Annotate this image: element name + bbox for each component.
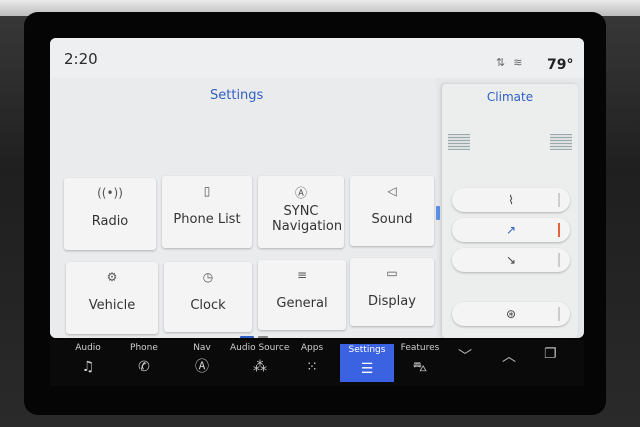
bottom-nav-bar: Audio ♫ Phone ✆ Nav Ⓐ Audio Sources ⁂ Ap… xyxy=(50,340,584,386)
clock-icon: ◷ xyxy=(202,270,214,284)
display-icon: ▭ xyxy=(386,266,398,280)
airflow-indicator-active xyxy=(558,223,560,237)
wifi-icon: ≋ xyxy=(513,56,531,69)
phone-list-tile[interactable]: ▯ Phone List xyxy=(162,176,252,248)
nav-label: Nav xyxy=(193,343,211,353)
vehicle-tile[interactable]: ⚙ Vehicle xyxy=(66,262,158,334)
chevron-up-icon[interactable]: ︿ xyxy=(502,346,516,366)
navigation-icon: Ⓐ xyxy=(195,359,209,375)
tile-label: General xyxy=(276,296,328,311)
music-note-icon: ♫ xyxy=(81,359,95,375)
left-vent-icon xyxy=(448,134,470,150)
touchscreen: 2:20 ⇅≋ 79° Settings ((•)) Radio ▯ Phone… xyxy=(50,38,584,338)
sort-icon: ⇅ xyxy=(496,56,514,69)
heated-steering-indicator xyxy=(558,307,560,321)
nav-label: Audio xyxy=(75,343,101,353)
clock-time: 2:20 xyxy=(64,50,98,68)
settings-sliders-icon: ☰ xyxy=(360,361,374,377)
nav-apps[interactable]: Apps ⁙ xyxy=(286,342,338,384)
sound-tile[interactable]: ◁ Sound xyxy=(350,176,434,246)
right-vent-icon xyxy=(550,134,572,150)
radio-signal-icon: ((•)) xyxy=(97,186,123,200)
tile-label: Clock xyxy=(190,298,226,313)
nav-settings[interactable]: Settings ☰ xyxy=(340,344,394,382)
airflow-face-feet-button[interactable]: ↗ xyxy=(452,218,570,242)
tile-label: Vehicle xyxy=(88,298,136,313)
heated-steering-button[interactable]: ⊛ xyxy=(452,302,570,326)
car-icon: ⛍ xyxy=(412,359,428,375)
nav-label: Settings xyxy=(348,345,386,355)
tile-label: SYNC Navigation xyxy=(272,204,343,234)
airflow-face-feet-icon: ↗ xyxy=(505,223,517,237)
nav-label: Features xyxy=(400,343,440,353)
apps-grid-icon: ⁙ xyxy=(306,359,318,375)
radio-tile[interactable]: ((•)) Radio xyxy=(64,178,156,250)
page-dot-active xyxy=(240,336,254,338)
outside-temperature: 79° xyxy=(547,57,574,73)
climate-panel: Climate ⌇ ↗ ↘ ⊛ xyxy=(442,84,578,338)
general-tile[interactable]: ≡ General xyxy=(258,260,346,330)
vehicle-icon: ⚙ xyxy=(106,270,118,284)
audio-sources-icon: ⁂ xyxy=(253,359,267,375)
tile-label: Radio xyxy=(91,214,129,229)
panel-drag-handle[interactable] xyxy=(436,206,440,220)
clock-tile[interactable]: ◷ Clock xyxy=(164,262,252,332)
nav-audio[interactable]: Audio ♫ xyxy=(62,342,114,384)
windows-icon[interactable]: ❐ xyxy=(544,346,557,362)
page-indicator xyxy=(240,324,272,338)
speaker-icon: ◁ xyxy=(387,184,397,198)
defrost-icon: ⌇ xyxy=(508,193,514,207)
navigation-icon: Ⓐ xyxy=(294,186,307,200)
page-dot xyxy=(258,336,268,338)
phone-handset-icon: ✆ xyxy=(138,359,150,375)
tile-label: Display xyxy=(368,294,416,309)
tile-label: Phone List xyxy=(173,212,241,227)
climate-title: Climate xyxy=(486,90,534,104)
heated-steering-icon: ⊛ xyxy=(505,307,517,321)
settings-title: Settings xyxy=(210,88,264,103)
display-tile[interactable]: ▭ Display xyxy=(350,258,434,326)
nav-label: Phone xyxy=(130,343,158,353)
nav-audio-sources[interactable]: Audio Sources ⁂ xyxy=(230,342,290,384)
defrost-indicator xyxy=(558,193,560,207)
status-bar: 2:20 ⇅≋ 79° xyxy=(50,38,584,78)
nav-label: Apps xyxy=(300,343,324,353)
phone-icon: ▯ xyxy=(203,184,211,198)
sync-navigation-tile[interactable]: Ⓐ SYNC Navigation xyxy=(258,176,344,248)
tile-label: Sound xyxy=(371,212,413,227)
airflow-feet-indicator xyxy=(558,253,560,267)
status-icons: ⇅≋ xyxy=(496,56,530,69)
nav-label: Audio Sources xyxy=(230,343,290,353)
airflow-feet-button[interactable]: ↘ xyxy=(452,248,570,272)
settings-panel: Settings ((•)) Radio ▯ Phone List Ⓐ SYNC… xyxy=(50,78,436,338)
airflow-feet-icon: ↘ xyxy=(505,253,517,267)
nav-features[interactable]: Features ⛍ xyxy=(394,342,446,384)
defrost-button[interactable]: ⌇ xyxy=(452,188,570,212)
sliders-icon: ≡ xyxy=(296,268,308,282)
nav-phone[interactable]: Phone ✆ xyxy=(118,342,170,384)
nav-nav[interactable]: Nav Ⓐ xyxy=(176,342,228,384)
chevron-down-icon[interactable]: ﹀ xyxy=(458,346,472,366)
